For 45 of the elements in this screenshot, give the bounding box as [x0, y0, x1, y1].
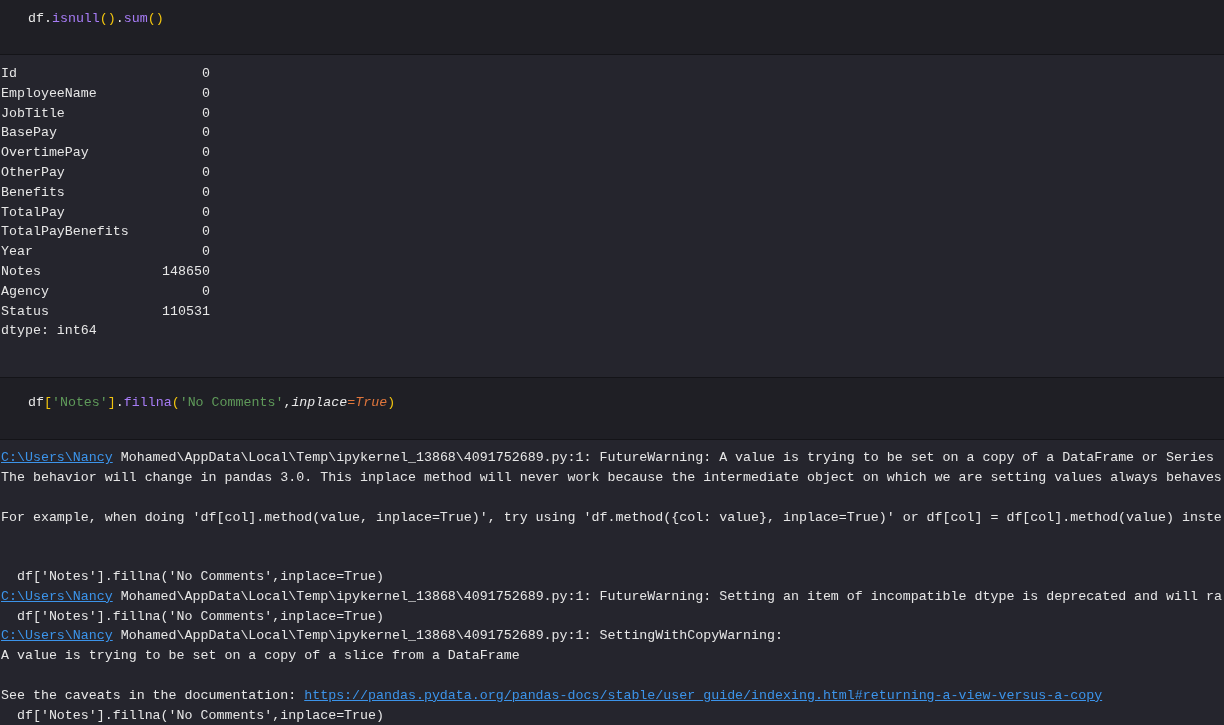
- series-label: Benefits: [1, 183, 65, 202]
- file-path-link[interactable]: C:\Users\Nancy: [1, 450, 113, 466]
- dtype-text: dtype: int64: [1, 322, 97, 341]
- warning-message: C:\Users\Nancy Mohamed\AppData\Local\Temp\ipykernel_13868\4091752689.py:1: FutureWarning: A value is trying to be set on a copy of a DataFrame or Series: [1, 449, 1214, 468]
- source-line: df['Notes'].fillna('No Comments',inplace=True): [15, 607, 384, 626]
- series-label: JobTitle: [1, 104, 65, 123]
- documentation-link[interactable]: https://pandas.pydata.org/pandas-docs/stable/user_guide/indexing.html#returning-a-view-versus-a-copy: [304, 687, 1103, 703]
- code-cell[interactable]: df['Notes'].fillna('No Comments',inplace=True): [0, 377, 1224, 441]
- series-label: Notes: [1, 262, 41, 281]
- series-label: BasePay: [1, 124, 57, 143]
- series-value: 0: [202, 243, 210, 262]
- series-value: 110531: [162, 302, 210, 321]
- code-cell[interactable]: df.isnull().sum(): [0, 0, 1224, 55]
- source-line: df['Notes'].fillna('No Comments',inplace=True): [15, 567, 384, 586]
- series-label: TotalPayBenefits: [1, 223, 129, 242]
- warning-message: The behavior will change in pandas 3.0. This inplace method will never work because the intermediate object on which we are setting values always behaves: [1, 468, 1222, 487]
- warning-message: A value is trying to be set on a copy of a slice from a DataFrame: [1, 647, 520, 666]
- file-path-link[interactable]: C:\Users\Nancy: [1, 588, 113, 604]
- series-value: 0: [202, 104, 210, 123]
- series-value: 0: [202, 203, 210, 222]
- series-label: EmployeeName: [1, 84, 97, 103]
- series-value: 148650: [162, 262, 210, 281]
- series-label: Agency: [1, 282, 49, 301]
- warning-message: See the caveats in the documentation: https://pandas.pydata.org/pandas-docs/stable/user_guide/indexing.html#returning-a-view-versus-a-copy: [1, 686, 1103, 705]
- series-label: OvertimePay: [1, 144, 89, 163]
- code-line: df.isnull().sum(): [28, 10, 164, 28]
- series-value: 0: [202, 183, 210, 202]
- series-value: 0: [202, 223, 210, 242]
- warning-message: C:\Users\Nancy Mohamed\AppData\Local\Temp\ipykernel_13868\4091752689.py:1: SettingWithCopyWarning:: [1, 627, 783, 646]
- warning-message: C:\Users\Nancy Mohamed\AppData\Local\Temp\ipykernel_13868\4091752689.py:1: FutureWarning: Setting an item of incompatible dtype is deprecated and will ra: [1, 587, 1222, 606]
- source-line: df['Notes'].fillna('No Comments',inplace=True): [15, 706, 384, 725]
- series-label: Year: [1, 243, 33, 262]
- series-value: 0: [202, 164, 210, 182]
- series-value: 0: [202, 65, 210, 83]
- code-line: df['Notes'].fillna('No Comments',inplace=True): [28, 394, 396, 413]
- series-value: 0: [202, 84, 210, 103]
- series-label: TotalPay: [1, 203, 65, 222]
- series-label: Status: [1, 302, 49, 321]
- series-label: Id: [1, 65, 17, 83]
- file-path-link[interactable]: C:\Users\Nancy: [1, 628, 113, 644]
- warning-message: For example, when doing 'df[col].method(value, inplace=True)', try using 'df.method({col: value}, inplace=True)' or df[col] = df[col].method(value) inste: [1, 508, 1222, 527]
- series-value: 0: [202, 124, 210, 143]
- series-value: 0: [202, 144, 210, 163]
- series-label: OtherPay: [1, 164, 65, 182]
- series-value: 0: [202, 282, 210, 301]
